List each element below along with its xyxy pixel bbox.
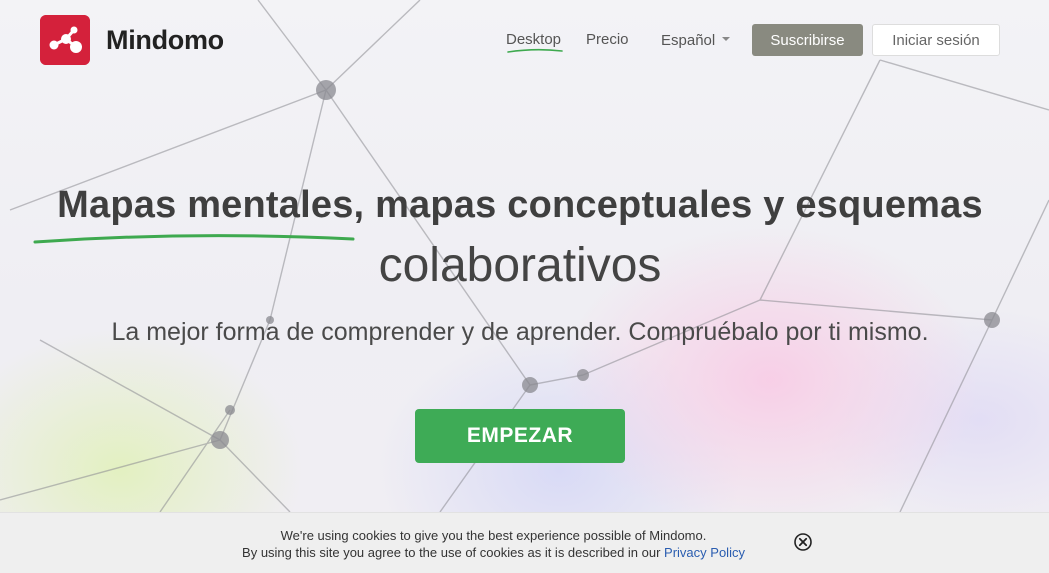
brand-name: Mindomo: [106, 24, 224, 55]
hero-subtitle: La mejor forma de comprender y de aprend…: [111, 318, 929, 346]
hero-headline: Mapas mentales, mapas conceptuales y esq…: [0, 184, 1040, 227]
subscribe-button[interactable]: Suscribirse: [752, 24, 863, 56]
language-dropdown[interactable]: Español: [661, 32, 731, 49]
mindomo-logo-icon: [40, 15, 90, 65]
language-label: Español: [661, 32, 716, 49]
cookie-line2: By using this site you agree to the use …: [242, 545, 665, 560]
chevron-down-icon: [722, 37, 731, 42]
hero-headline-line2: colaborativos: [378, 239, 662, 292]
cookie-line2-wrap: By using this site you agree to the use …: [0, 544, 987, 561]
login-button[interactable]: Iniciar sesión: [872, 24, 1000, 56]
cookie-message: We're using cookies to give you the best…: [0, 527, 987, 561]
close-circle-icon[interactable]: [794, 533, 812, 551]
nav-desktop-link[interactable]: Desktop: [506, 31, 561, 48]
headline-rest: mapas conceptuales y esquemas: [364, 184, 983, 226]
headline-highlight: Mapas mentales,: [57, 184, 365, 226]
cookie-banner: We're using cookies to give you the best…: [0, 512, 1049, 573]
nav-pricing-link[interactable]: Precio: [586, 31, 629, 48]
nav-active-underline: [507, 48, 563, 53]
privacy-policy-link[interactable]: Privacy Policy: [664, 545, 745, 560]
cookie-line1: We're using cookies to give you the best…: [280, 528, 707, 543]
start-button[interactable]: EMPEZAR: [415, 409, 625, 463]
brand-logo[interactable]: Mindomo: [40, 15, 224, 65]
